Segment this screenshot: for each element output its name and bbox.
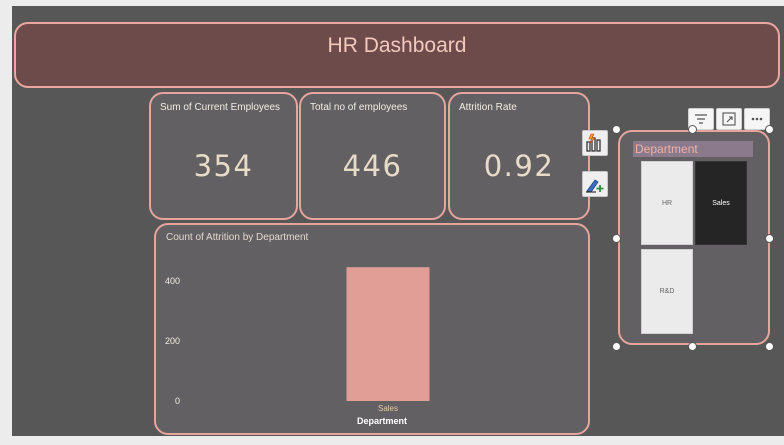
y-tick-label: 0: [175, 396, 180, 406]
slicer-tile-sales[interactable]: Sales: [695, 161, 747, 245]
dashboard-title: HR Dashboard: [327, 34, 467, 57]
kpi-label: Sum of Current Employees: [160, 102, 281, 113]
resize-handle-middle-left[interactable]: [612, 234, 621, 243]
slicer-tile-hr[interactable]: HR: [641, 161, 693, 245]
resize-handle-middle-right[interactable]: [765, 234, 774, 243]
attrition-chart-card[interactable]: Count of Attrition by Department 0 200 400…: [154, 223, 590, 435]
resize-handle-top-center[interactable]: [688, 125, 697, 134]
resize-handle-top-right[interactable]: [765, 125, 774, 134]
format-visual-button[interactable]: [582, 130, 608, 156]
resize-handle-top-left[interactable]: [612, 125, 621, 134]
x-axis-title: Department: [357, 416, 407, 426]
x-tick-label: Sales: [378, 404, 398, 413]
kpi-value: 446: [342, 149, 403, 183]
resize-handle-bottom-center[interactable]: [688, 342, 697, 351]
format-visual-icon: [586, 133, 601, 152]
kpi-value: 354: [193, 149, 254, 183]
kpi-card-total-employees[interactable]: Total no of employees 446: [299, 92, 446, 220]
analytics-button[interactable]: [582, 171, 608, 197]
dashboard-header: HR Dashboard: [14, 22, 780, 88]
y-tick-label: 400: [165, 276, 180, 286]
bar-sales[interactable]: [346, 267, 430, 401]
kpi-value: 0.92: [483, 149, 555, 183]
resize-handle-bottom-right[interactable]: [765, 342, 774, 351]
slicer-tile-rnd[interactable]: R&D: [641, 249, 693, 334]
kpi-label: Total no of employees: [310, 102, 408, 113]
resize-handle-bottom-left[interactable]: [612, 342, 621, 351]
kpi-card-attrition-rate[interactable]: Attrition Rate 0.92: [448, 92, 590, 220]
kpi-label: Attrition Rate: [459, 102, 517, 113]
focus-mode-button[interactable]: [716, 108, 742, 130]
kpi-card-current-employees[interactable]: Sum of Current Employees 354: [149, 92, 298, 220]
slicer-title: Department: [633, 141, 753, 157]
focus-mode-icon: [722, 112, 736, 126]
analytics-icon: [586, 179, 604, 193]
attrition-bar-chart: 0 200 400 Sales Department: [165, 267, 430, 426]
y-tick-label: 200: [165, 336, 180, 346]
